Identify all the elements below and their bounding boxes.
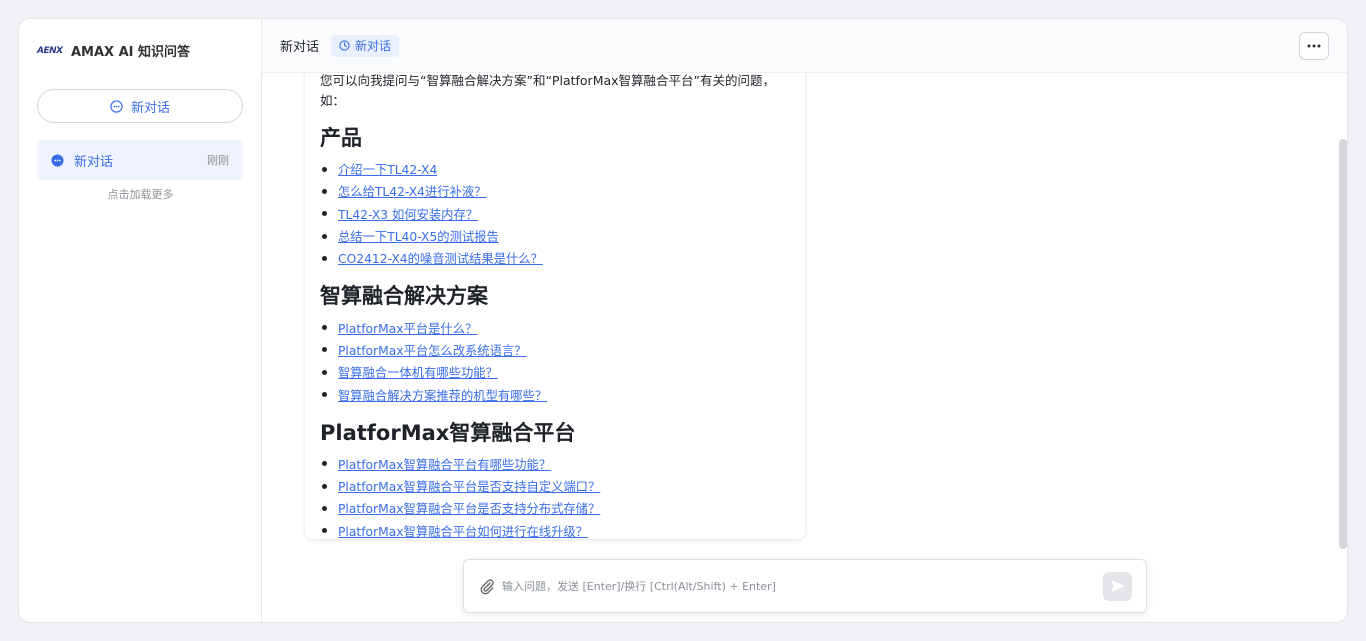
list-item: 介绍一下TL42-X4 bbox=[320, 158, 790, 180]
chat-bubble-filled-icon bbox=[51, 153, 64, 167]
suggested-question-link[interactable]: 智算融合一体机有哪些功能？ bbox=[338, 363, 498, 381]
sidebar-item-label: 新对话 bbox=[74, 154, 114, 170]
suggested-question-link[interactable]: 怎么给TL42-X4进行补液？ bbox=[338, 182, 486, 200]
suggested-question-link[interactable]: PlatforMax智算融合平台是否支持自定义端口？ bbox=[338, 477, 600, 495]
section-title-platform: PlatforMax智算融合平台 bbox=[320, 420, 576, 445]
new-chat-label: 新对话 bbox=[130, 100, 170, 116]
main-panel: 新对话 新对话 您可以向我提问与“智算融合解决方案”和“PlatforMax智算… bbox=[262, 19, 1347, 622]
sidebar-item-new-chat[interactable]: 新对话 刚刚 bbox=[37, 140, 243, 180]
suggested-question-link[interactable]: PlatforMax智算融合平台是否支持分布式存储？ bbox=[338, 499, 600, 517]
chat-tag[interactable]: 新对话 bbox=[331, 34, 400, 57]
suggested-question-link[interactable]: 智算融合解决方案推荐的机型有哪些？ bbox=[338, 386, 547, 404]
sidebar: AENX AMAX AI 知识问答 新对话 新对话 刚刚 点击加载更多 bbox=[19, 19, 262, 622]
list-item: PlatforMax智算融合平台是否支持分布式存储？ bbox=[320, 497, 790, 519]
paperclip-icon[interactable] bbox=[478, 577, 496, 595]
suggested-question-link[interactable]: PlatforMax智算融合平台如何进行在线升级？ bbox=[338, 522, 588, 540]
suggested-question-link[interactable]: 总结一下TL40-X5的测试报告 bbox=[338, 227, 499, 245]
scrollbar[interactable] bbox=[1339, 139, 1347, 549]
list-item: PlatforMax平台怎么改系统语言？ bbox=[320, 339, 790, 361]
list-item: PlatforMax智算融合平台如何进行在线升级？ bbox=[320, 520, 790, 542]
new-chat-button[interactable]: 新对话 bbox=[37, 89, 243, 123]
list-item: PlatforMax智算融合平台是否支持自定义端口？ bbox=[320, 475, 790, 497]
suggested-question-link[interactable]: PlatforMax智算融合平台有哪些功能？ bbox=[338, 455, 551, 473]
chat-title: 新对话 bbox=[280, 40, 320, 55]
brand: AENX AMAX AI 知识问答 bbox=[37, 41, 190, 60]
list-item: CO2412-X4的噪音测试结果是什么？ bbox=[320, 247, 790, 269]
send-button[interactable] bbox=[1103, 571, 1132, 601]
message-input[interactable] bbox=[502, 579, 1103, 593]
message-area[interactable]: 您可以向我提问与“智算融合解决方案”和“PlatforMax智算融合平台”有关的… bbox=[262, 73, 1347, 622]
clock-icon bbox=[339, 40, 350, 51]
list-item: 智算融合一体机有哪些功能？ bbox=[320, 361, 790, 383]
sidebar-item-time: 刚刚 bbox=[207, 154, 229, 167]
section-title-product: 产品 bbox=[320, 126, 362, 150]
question-list-solution: PlatforMax平台是什么？ PlatforMax平台怎么改系统语言？ 智算… bbox=[320, 316, 790, 405]
more-dots-icon bbox=[1307, 44, 1321, 48]
suggested-question-link[interactable]: PlatforMax平台是什么？ bbox=[338, 319, 477, 337]
suggested-question-link[interactable]: CO2412-X4的噪音测试结果是什么？ bbox=[338, 249, 543, 267]
chat-header: 新对话 新对话 bbox=[262, 19, 1347, 73]
answer-intro: 您可以向我提问与“智算融合解决方案”和“PlatforMax智算融合平台”有关的… bbox=[320, 73, 776, 108]
answer-card: 您可以向我提问与“智算融合解决方案”和“PlatforMax智算融合平台”有关的… bbox=[305, 73, 805, 539]
app-window: AENX AMAX AI 知识问答 新对话 新对话 刚刚 点击加载更多 新对话 … bbox=[18, 18, 1348, 623]
list-item: PlatforMax平台是什么？ bbox=[320, 316, 790, 338]
message-composer bbox=[463, 559, 1147, 613]
list-item: TL42-X3 如何安装内存？ bbox=[320, 203, 790, 225]
suggested-question-link[interactable]: 介绍一下TL42-X4 bbox=[338, 160, 437, 178]
brand-logo: AENX bbox=[37, 45, 63, 56]
chat-tag-label: 新对话 bbox=[355, 39, 392, 53]
scrollbar-thumb[interactable] bbox=[1339, 139, 1347, 549]
list-item: 总结一下TL40-X5的测试报告 bbox=[320, 225, 790, 247]
suggested-question-link[interactable]: PlatforMax平台怎么改系统语言？ bbox=[338, 341, 527, 359]
brand-name: AMAX AI 知识问答 bbox=[71, 45, 191, 60]
question-list-platform: PlatforMax智算融合平台有哪些功能？ PlatforMax智算融合平台是… bbox=[320, 453, 790, 542]
list-item: 怎么给TL42-X4进行补液？ bbox=[320, 180, 790, 202]
question-list-product: 介绍一下TL42-X4 怎么给TL42-X4进行补液？ TL42-X3 如何安装… bbox=[320, 158, 790, 269]
suggested-question-link[interactable]: TL42-X3 如何安装内存？ bbox=[338, 205, 478, 223]
chat-bubble-icon bbox=[110, 99, 123, 113]
section-title-solution: 智算融合解决方案 bbox=[320, 284, 488, 309]
load-more-link[interactable]: 点击加载更多 bbox=[19, 186, 262, 202]
send-arrow-icon bbox=[1110, 580, 1125, 592]
list-item: 智算融合解决方案推荐的机型有哪些？ bbox=[320, 383, 790, 405]
list-item: PlatforMax智算融合平台有哪些功能？ bbox=[320, 453, 790, 475]
more-options-button[interactable] bbox=[1299, 32, 1329, 60]
